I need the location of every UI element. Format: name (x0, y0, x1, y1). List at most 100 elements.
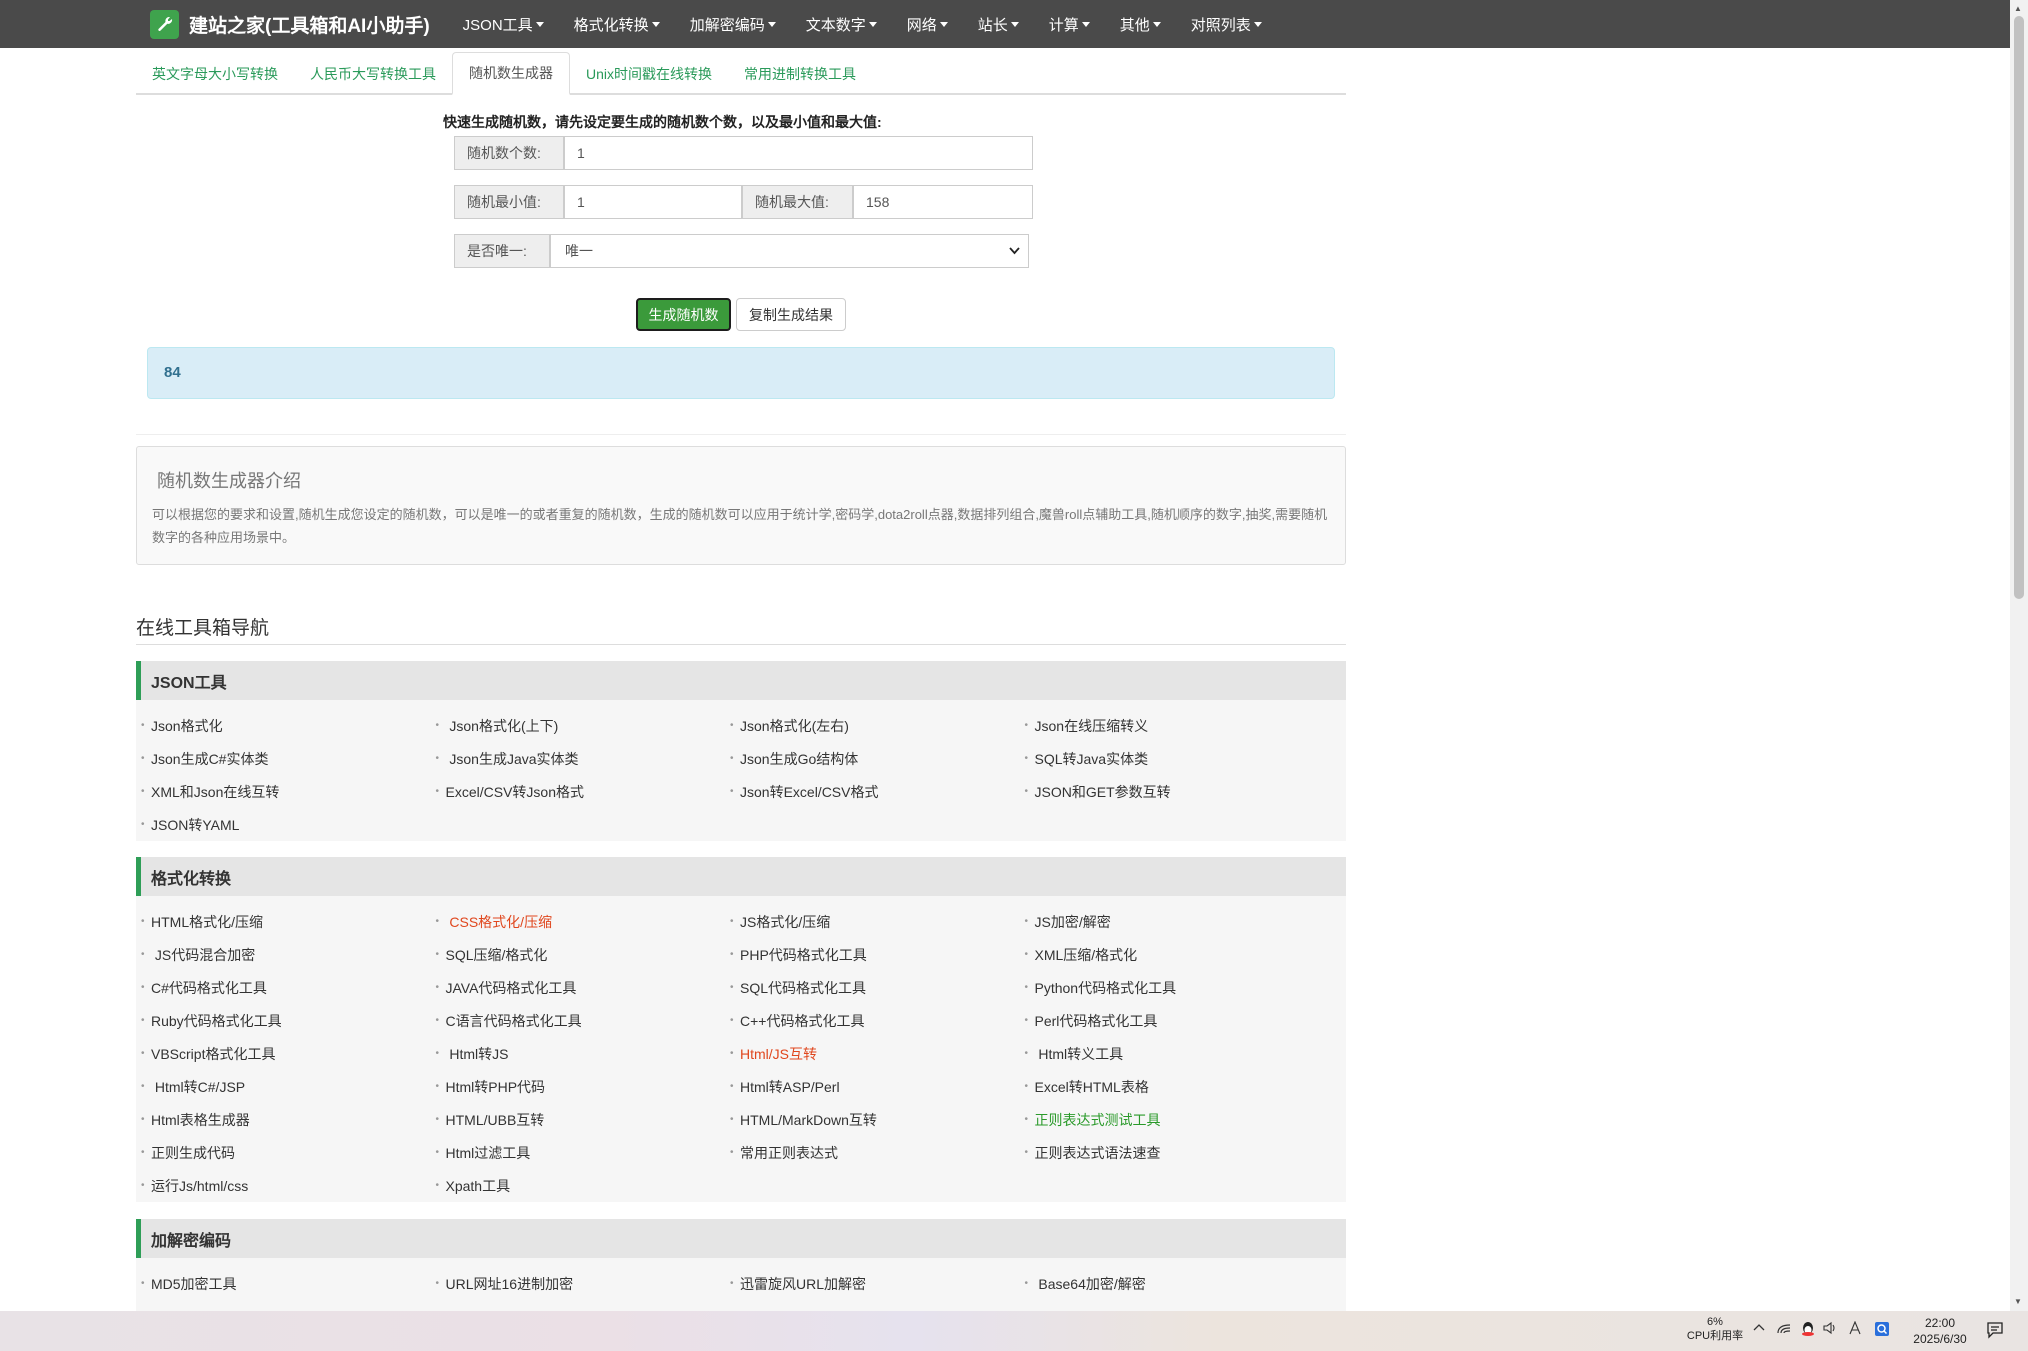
tool-link-label: MD5加密工具 (151, 1275, 237, 1292)
tool-link[interactable]: • Html转PHP代码 (436, 1070, 731, 1103)
tool-link[interactable]: • Xpath工具 (436, 1169, 731, 1202)
tool-link[interactable]: • HTML/MarkDown互转 (730, 1103, 1025, 1136)
nav-item-calc[interactable]: 计算 (1034, 0, 1105, 48)
chevron-up-icon[interactable] (1752, 1321, 1766, 1338)
qq-penguin-icon[interactable] (1800, 1321, 1816, 1340)
tab-case-convert[interactable]: 英文字母大小写转换 (136, 52, 294, 95)
tool-link[interactable]: • Json格式化 (141, 709, 436, 742)
nav-item-webmaster[interactable]: 站长 (963, 0, 1034, 48)
tool-link[interactable]: • Python代码格式化工具 (1025, 971, 1320, 1004)
tool-link[interactable]: • C语言代码格式化工具 (436, 1004, 731, 1037)
tool-link[interactable]: • HTML/UBB互转 (436, 1103, 731, 1136)
tool-link-label: Json格式化(左右) (740, 717, 849, 734)
tab-rmb-uppercase[interactable]: 人民币大写转换工具 (294, 52, 452, 95)
tool-link[interactable]: • Json格式化(左右) (730, 709, 1025, 742)
unique-select[interactable]: 唯一 (550, 234, 1029, 268)
tool-link[interactable]: • 运行Js/html/css (141, 1169, 436, 1202)
tool-link-label: 运行Js/html/css (151, 1177, 249, 1194)
tab-base-convert[interactable]: 常用进制转换工具 (728, 52, 872, 95)
scroll-up-arrow-icon[interactable]: ▲ (2014, 4, 2022, 13)
caret-down-icon (1253, 21, 1262, 27)
search-app-icon[interactable] (1874, 1321, 1890, 1340)
nav-item-reference[interactable]: 对照列表 (1176, 0, 1277, 48)
brand[interactable]: 建站之家(工具箱和AI小助手) (150, 0, 430, 48)
tool-link[interactable]: • XML压缩/格式化 (1025, 938, 1320, 971)
nav-item-json[interactable]: JSON工具 (448, 0, 559, 48)
tool-link[interactable]: • SQL代码格式化工具 (730, 971, 1025, 1004)
tool-link[interactable]: • Json格式化(上下) (436, 709, 731, 742)
tool-link[interactable]: • URL网址16进制加密 (436, 1267, 731, 1300)
input-method-icon[interactable] (1848, 1320, 1862, 1338)
tool-link[interactable]: • Html转JS (436, 1037, 731, 1070)
tool-link[interactable]: • Html转ASP/Perl (730, 1070, 1025, 1103)
tool-link[interactable]: • Html表格生成器 (141, 1103, 436, 1136)
min-input[interactable] (564, 185, 742, 219)
tool-link[interactable]: • Base64加密/解密 (1025, 1267, 1320, 1300)
tool-link[interactable]: • JS代码混合加密 (141, 938, 436, 971)
tool-link-label: SQL代码格式化工具 (740, 979, 867, 996)
wifi-icon[interactable] (1776, 1321, 1792, 1338)
tool-link[interactable]: • SQL压缩/格式化 (436, 938, 731, 971)
tool-link[interactable]: • 常用正则表达式 (730, 1136, 1025, 1169)
tool-link-label: JS代码混合加密 (151, 946, 256, 963)
tool-link[interactable]: • Ruby代码格式化工具 (141, 1004, 436, 1037)
count-input[interactable] (564, 136, 1033, 170)
tool-link[interactable]: • HTML格式化/压缩 (141, 905, 436, 938)
copy-result-button[interactable]: 复制生成结果 (736, 298, 846, 331)
tool-link[interactable]: • Json生成Java实体类 (436, 742, 731, 775)
nav-item-other[interactable]: 其他 (1105, 0, 1176, 48)
scrollbar-thumb[interactable] (2014, 16, 2024, 599)
tab-random-generator[interactable]: 随机数生成器 (452, 52, 570, 95)
intro-title: 随机数生成器介绍 (157, 471, 301, 491)
unique-row: 是否唯一: 唯一 (454, 234, 1029, 268)
tool-link[interactable]: • Html/JS互转 (730, 1037, 1025, 1070)
tool-link[interactable]: • XML和Json在线互转 (141, 775, 436, 808)
max-input[interactable] (853, 185, 1033, 219)
tool-link[interactable]: • VBScript格式化工具 (141, 1037, 436, 1070)
tool-link[interactable]: • JS格式化/压缩 (730, 905, 1025, 938)
scroll-down-arrow-icon[interactable]: ▼ (2014, 1297, 2022, 1306)
nav-item-network[interactable]: 网络 (892, 0, 963, 48)
tool-link[interactable]: • SQL转Java实体类 (1025, 742, 1320, 775)
tool-link[interactable]: • Perl代码格式化工具 (1025, 1004, 1320, 1037)
tab-unix-timestamp[interactable]: Unix时间戳在线转换 (570, 52, 728, 95)
tool-link[interactable]: • JSON和GET参数互转 (1025, 775, 1320, 808)
cpu-usage[interactable]: 6% CPU利用率 (1682, 1315, 1748, 1343)
tool-link[interactable]: • 迅雷旋风URL加解密 (730, 1267, 1025, 1300)
tool-link[interactable]: • Excel转HTML表格 (1025, 1070, 1320, 1103)
tool-link-label: XML和Json在线互转 (151, 783, 280, 800)
bullet-icon: • (435, 982, 440, 993)
tool-link[interactable]: • Json生成C#实体类 (141, 742, 436, 775)
tool-link[interactable]: • Html转义工具 (1025, 1037, 1320, 1070)
bullet-icon: • (141, 753, 145, 764)
generate-button[interactable]: 生成随机数 (636, 298, 731, 331)
clock[interactable]: 22:00 2025/6/30 (1900, 1315, 1980, 1347)
bullet-icon: • (730, 949, 734, 960)
tool-link[interactable]: • PHP代码格式化工具 (730, 938, 1025, 971)
tool-link[interactable]: • C++代码格式化工具 (730, 1004, 1025, 1037)
intro-panel: 随机数生成器介绍 可以根据您的要求和设置,随机生成您设定的随机数，可以是唯一的或… (136, 446, 1346, 565)
caret-down-icon (868, 21, 877, 27)
tool-link-label: HTML格式化/压缩 (151, 913, 263, 930)
tool-link[interactable]: • Html转C#/JSP (141, 1070, 436, 1103)
tool-link[interactable]: • Json转Excel/CSV格式 (730, 775, 1025, 808)
nav-item-encrypt[interactable]: 加解密编码 (675, 0, 791, 48)
bullet-icon: • (141, 1114, 145, 1125)
nav-item-format[interactable]: 格式化转换 (559, 0, 675, 48)
tool-link[interactable]: • JSON转YAML (141, 808, 436, 841)
tool-link[interactable]: • CSS格式化/压缩 (436, 905, 731, 938)
tool-link[interactable]: • C#代码格式化工具 (141, 971, 436, 1004)
nav-item-text[interactable]: 文本数字 (791, 0, 892, 48)
tool-link[interactable]: • 正则表达式语法速查 (1025, 1136, 1320, 1169)
tool-link[interactable]: • Json生成Go结构体 (730, 742, 1025, 775)
tool-link[interactable]: • JS加密/解密 (1025, 905, 1320, 938)
tool-link[interactable]: • JAVA代码格式化工具 (436, 971, 731, 1004)
tool-link[interactable]: • Json在线压缩转义 (1025, 709, 1320, 742)
speaker-icon[interactable] (1822, 1321, 1838, 1338)
tool-link[interactable]: • 正则生成代码 (141, 1136, 436, 1169)
tool-link[interactable]: • 正则表达式测试工具 (1025, 1103, 1320, 1136)
notification-icon[interactable] (1986, 1321, 2006, 1341)
tool-link[interactable]: • MD5加密工具 (141, 1267, 436, 1300)
tool-link[interactable]: • Html过滤工具 (436, 1136, 731, 1169)
tool-link[interactable]: • Excel/CSV转Json格式 (436, 775, 731, 808)
